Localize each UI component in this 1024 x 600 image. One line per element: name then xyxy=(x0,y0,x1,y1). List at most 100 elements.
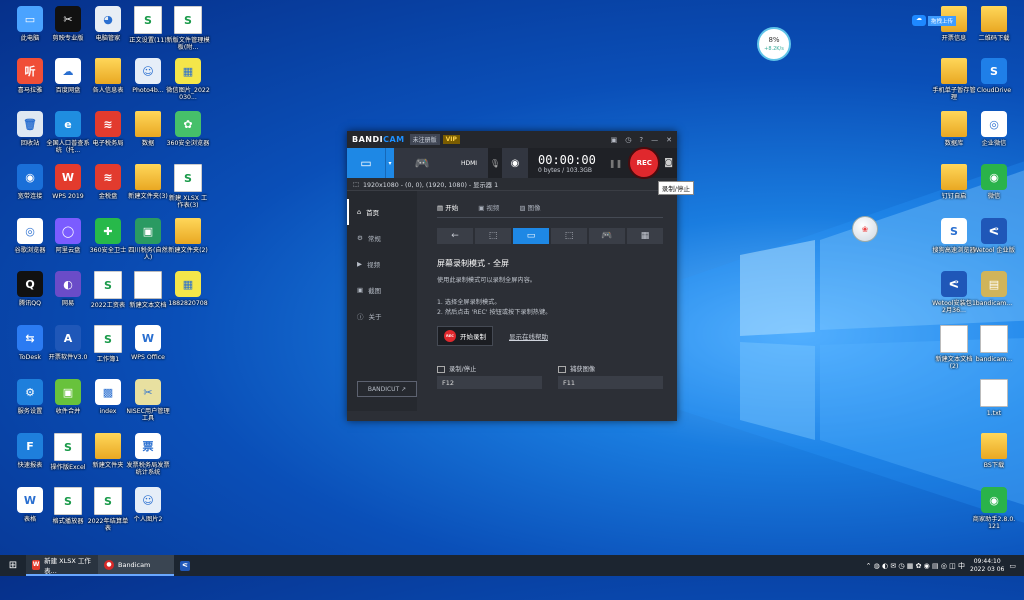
desktop-icon[interactable]: BS下载 xyxy=(972,433,1016,469)
desktop-icon[interactable]: ✚ 360安全卫士 xyxy=(86,218,130,254)
desktop-icon[interactable]: 手机单子暂存管理 xyxy=(932,58,976,101)
desktop-icon[interactable]: S 搜狗高速浏览器 xyxy=(932,218,976,254)
notification-icon[interactable]: ▭ xyxy=(1009,562,1016,570)
start-recording-button[interactable]: REC 开始录制 xyxy=(437,326,493,346)
folder-icon[interactable]: ▣ xyxy=(611,136,618,144)
camera-icon[interactable]: ◙ xyxy=(664,158,673,168)
desktop-icon[interactable]: 各人信息表 xyxy=(86,58,130,94)
record-mode-option[interactable]: ⬚ xyxy=(551,228,587,244)
desktop-icon[interactable]: 新建文本文档 xyxy=(126,271,170,309)
desktop-icon[interactable]: ✂ NISEC用户管理工具 xyxy=(126,379,170,422)
desktop-icon[interactable]: e 全国人口普查系统（托... xyxy=(46,111,90,154)
sidebar-item[interactable]: ⚙ 常规 xyxy=(347,225,417,251)
microphone-icon[interactable]: 🎙 xyxy=(488,159,502,168)
record-mode-option[interactable]: ← xyxy=(437,228,473,244)
desktop-icon[interactable]: 新建文本文档(2) xyxy=(932,325,976,370)
desktop-icon[interactable]: ≋ 金税盘 xyxy=(86,164,130,200)
rec-button[interactable]: REC xyxy=(628,147,661,179)
webcam-icon[interactable]: ◉ xyxy=(502,148,528,178)
capture-hotkey-checkbox[interactable]: 捕获图像 xyxy=(558,364,663,373)
timer-icon[interactable]: ◷ xyxy=(625,136,631,144)
taskbar-item-excel[interactable]: W 新建 XLSX 工作表... xyxy=(26,555,98,576)
desktop-icon[interactable]: ▦ 微信图片_2022030... xyxy=(166,58,210,101)
desktop-icon[interactable]: ◐ 网易 xyxy=(46,271,90,307)
speed-widget[interactable]: 8% +8.2K/s xyxy=(757,27,791,61)
pause-icon[interactable]: ❚❚ xyxy=(609,159,622,168)
desktop-icon[interactable]: ▣ 收件合并 xyxy=(46,379,90,415)
screen-mode-dropdown[interactable]: ▾ xyxy=(385,148,394,178)
bandicut-button[interactable]: BANDICUT ↗ xyxy=(357,381,417,397)
tray-clock[interactable]: 09:44:10 2022 03 06 xyxy=(970,558,1004,574)
desktop-icon[interactable]: 1.txt xyxy=(972,379,1016,417)
desktop-icon[interactable]: ᕙ Wetool安装包12月36... xyxy=(932,271,976,314)
desktop-icon[interactable]: S 新版文件管理模板(附... xyxy=(166,6,210,51)
desktop-icon[interactable]: ☺ 个人图片2 xyxy=(126,487,170,523)
desktop-icon[interactable]: ◉ 商家助手2.8.0.121 xyxy=(972,487,1016,530)
desktop-icon[interactable]: ◯ 阿里云盘 xyxy=(46,218,90,254)
desktop-icon[interactable]: A 开票软件V3.0 xyxy=(46,325,90,361)
taskbar-item-bandicam[interactable]: ● Bandicam xyxy=(98,555,174,576)
desktop-icon[interactable]: ☺ Photo4b... xyxy=(126,58,170,94)
desktop-icon[interactable]: S CloudDrive xyxy=(972,58,1016,94)
desktop-icon[interactable]: S 2022工资表 xyxy=(86,271,130,309)
start-button[interactable]: ⊞ xyxy=(0,555,26,576)
desktop-icon[interactable]: ◎ 企业微信 xyxy=(972,111,1016,147)
desktop-icon[interactable]: bandicam... xyxy=(972,325,1016,363)
main-tab[interactable]: ▣ 视频 xyxy=(478,202,499,212)
hdmi-mode-button[interactable]: HDMI xyxy=(450,148,488,178)
desktop-icon[interactable]: S 格式播放器 xyxy=(46,487,90,525)
desktop-icon[interactable]: 新建文件夹 xyxy=(86,433,130,469)
desktop-icon[interactable]: ◉ 微信 xyxy=(972,164,1016,200)
desktop-icon[interactable]: 新建文件夹(2) xyxy=(166,218,210,254)
desktop-icon[interactable]: ☁ 百度网盘 xyxy=(46,58,90,94)
desktop-icon[interactable]: W WPS Office xyxy=(126,325,170,361)
online-help-link[interactable]: 显示在线帮助 xyxy=(509,331,548,341)
desktop-icon[interactable]: ᕙ Wetool 企业版 xyxy=(972,218,1016,254)
close-button[interactable]: ✕ xyxy=(666,136,672,144)
desktop-icon[interactable]: ▣ 四川税务(自然人) xyxy=(126,218,170,261)
desktop-icon[interactable]: S 工作簿1 xyxy=(86,325,130,363)
unregistered-tag[interactable]: 未注册版 xyxy=(409,134,440,145)
desktop-icon[interactable]: ◕ 电脑管家 xyxy=(86,6,130,42)
desktop-icon[interactable]: S 操作版Excel xyxy=(46,433,90,471)
sidebar-item[interactable]: ▣ 截图 xyxy=(347,277,417,303)
desktop-icon[interactable]: 新建文件夹(3) xyxy=(126,164,170,200)
record-hotkey-field[interactable]: F12 xyxy=(437,376,542,389)
tray-icons[interactable]: ⌃ ◍ ◐ ✉ ◷ ▦ ✿ ◉ ▤ ◎ ◫ 中 xyxy=(866,561,965,571)
main-tab[interactable]: ▤ 开始 xyxy=(437,202,458,212)
baidu-upload-widget[interactable]: ☁ 拖拽上传 xyxy=(912,15,957,26)
desktop-icon[interactable]: ▦ 1882820708 xyxy=(166,271,210,307)
float-ball-icon[interactable]: ❀ xyxy=(852,216,878,242)
desktop-icon[interactable]: S 正文设置(11) xyxy=(126,6,170,44)
capture-hotkey-field[interactable]: F11 xyxy=(558,376,663,389)
desktop-icon[interactable]: ▤ bandicam... xyxy=(972,271,1016,307)
bandicam-titlebar[interactable]: BANDICAM 未注册版 VIP ▣ ◷ ? — ✕ xyxy=(347,131,677,148)
record-mode-option[interactable]: ⬚ xyxy=(475,228,511,244)
record-hotkey-checkbox[interactable]: 录制/停止 xyxy=(437,364,542,373)
desktop-icon[interactable]: ✿ 360安全浏览器 xyxy=(166,111,210,147)
help-icon[interactable]: ? xyxy=(639,136,643,144)
desktop-icon[interactable]: ▩ index xyxy=(86,379,130,415)
record-mode-option[interactable]: ▭ xyxy=(513,228,549,244)
record-mode-option[interactable]: ▦ xyxy=(627,228,663,244)
minimize-button[interactable]: — xyxy=(651,136,658,144)
screen-mode-button[interactable]: ▭ xyxy=(347,148,385,178)
sidebar-item[interactable]: ▶ 视频 xyxy=(347,251,417,277)
sidebar-item[interactable]: ⓘ 关于 xyxy=(347,303,417,329)
sidebar-item[interactable]: ⌂ 首页 xyxy=(347,199,417,225)
desktop-icon[interactable]: ✂ 剪映专业版 xyxy=(46,6,90,42)
desktop-icon[interactable]: W WPS 2019 xyxy=(46,164,90,200)
vip-badge[interactable]: VIP xyxy=(442,135,460,144)
desktop-icon[interactable]: 数据库 xyxy=(932,111,976,147)
record-mode-option[interactable]: 🎮 xyxy=(589,228,625,244)
desktop-icon[interactable]: S 2022年结算单表 xyxy=(86,487,130,532)
game-mode-button[interactable]: 🎮 xyxy=(394,148,450,178)
taskbar-item-wetool[interactable]: ᕙ xyxy=(174,555,196,576)
desktop-icon[interactable]: 钉钉自启 xyxy=(932,164,976,200)
desktop-icon[interactable]: 票发票税务局发票统计系统 xyxy=(126,433,170,476)
desktop-icon[interactable]: ≋ 电子税务局 xyxy=(86,111,130,147)
desktop-icon[interactable]: 数据 xyxy=(126,111,170,147)
desktop-icon[interactable]: 二维码下载 xyxy=(972,6,1016,42)
main-tab[interactable]: ▨ 图像 xyxy=(519,202,540,212)
desktop-icon[interactable]: S 新建 XLSX 工作表(3) xyxy=(166,164,210,209)
